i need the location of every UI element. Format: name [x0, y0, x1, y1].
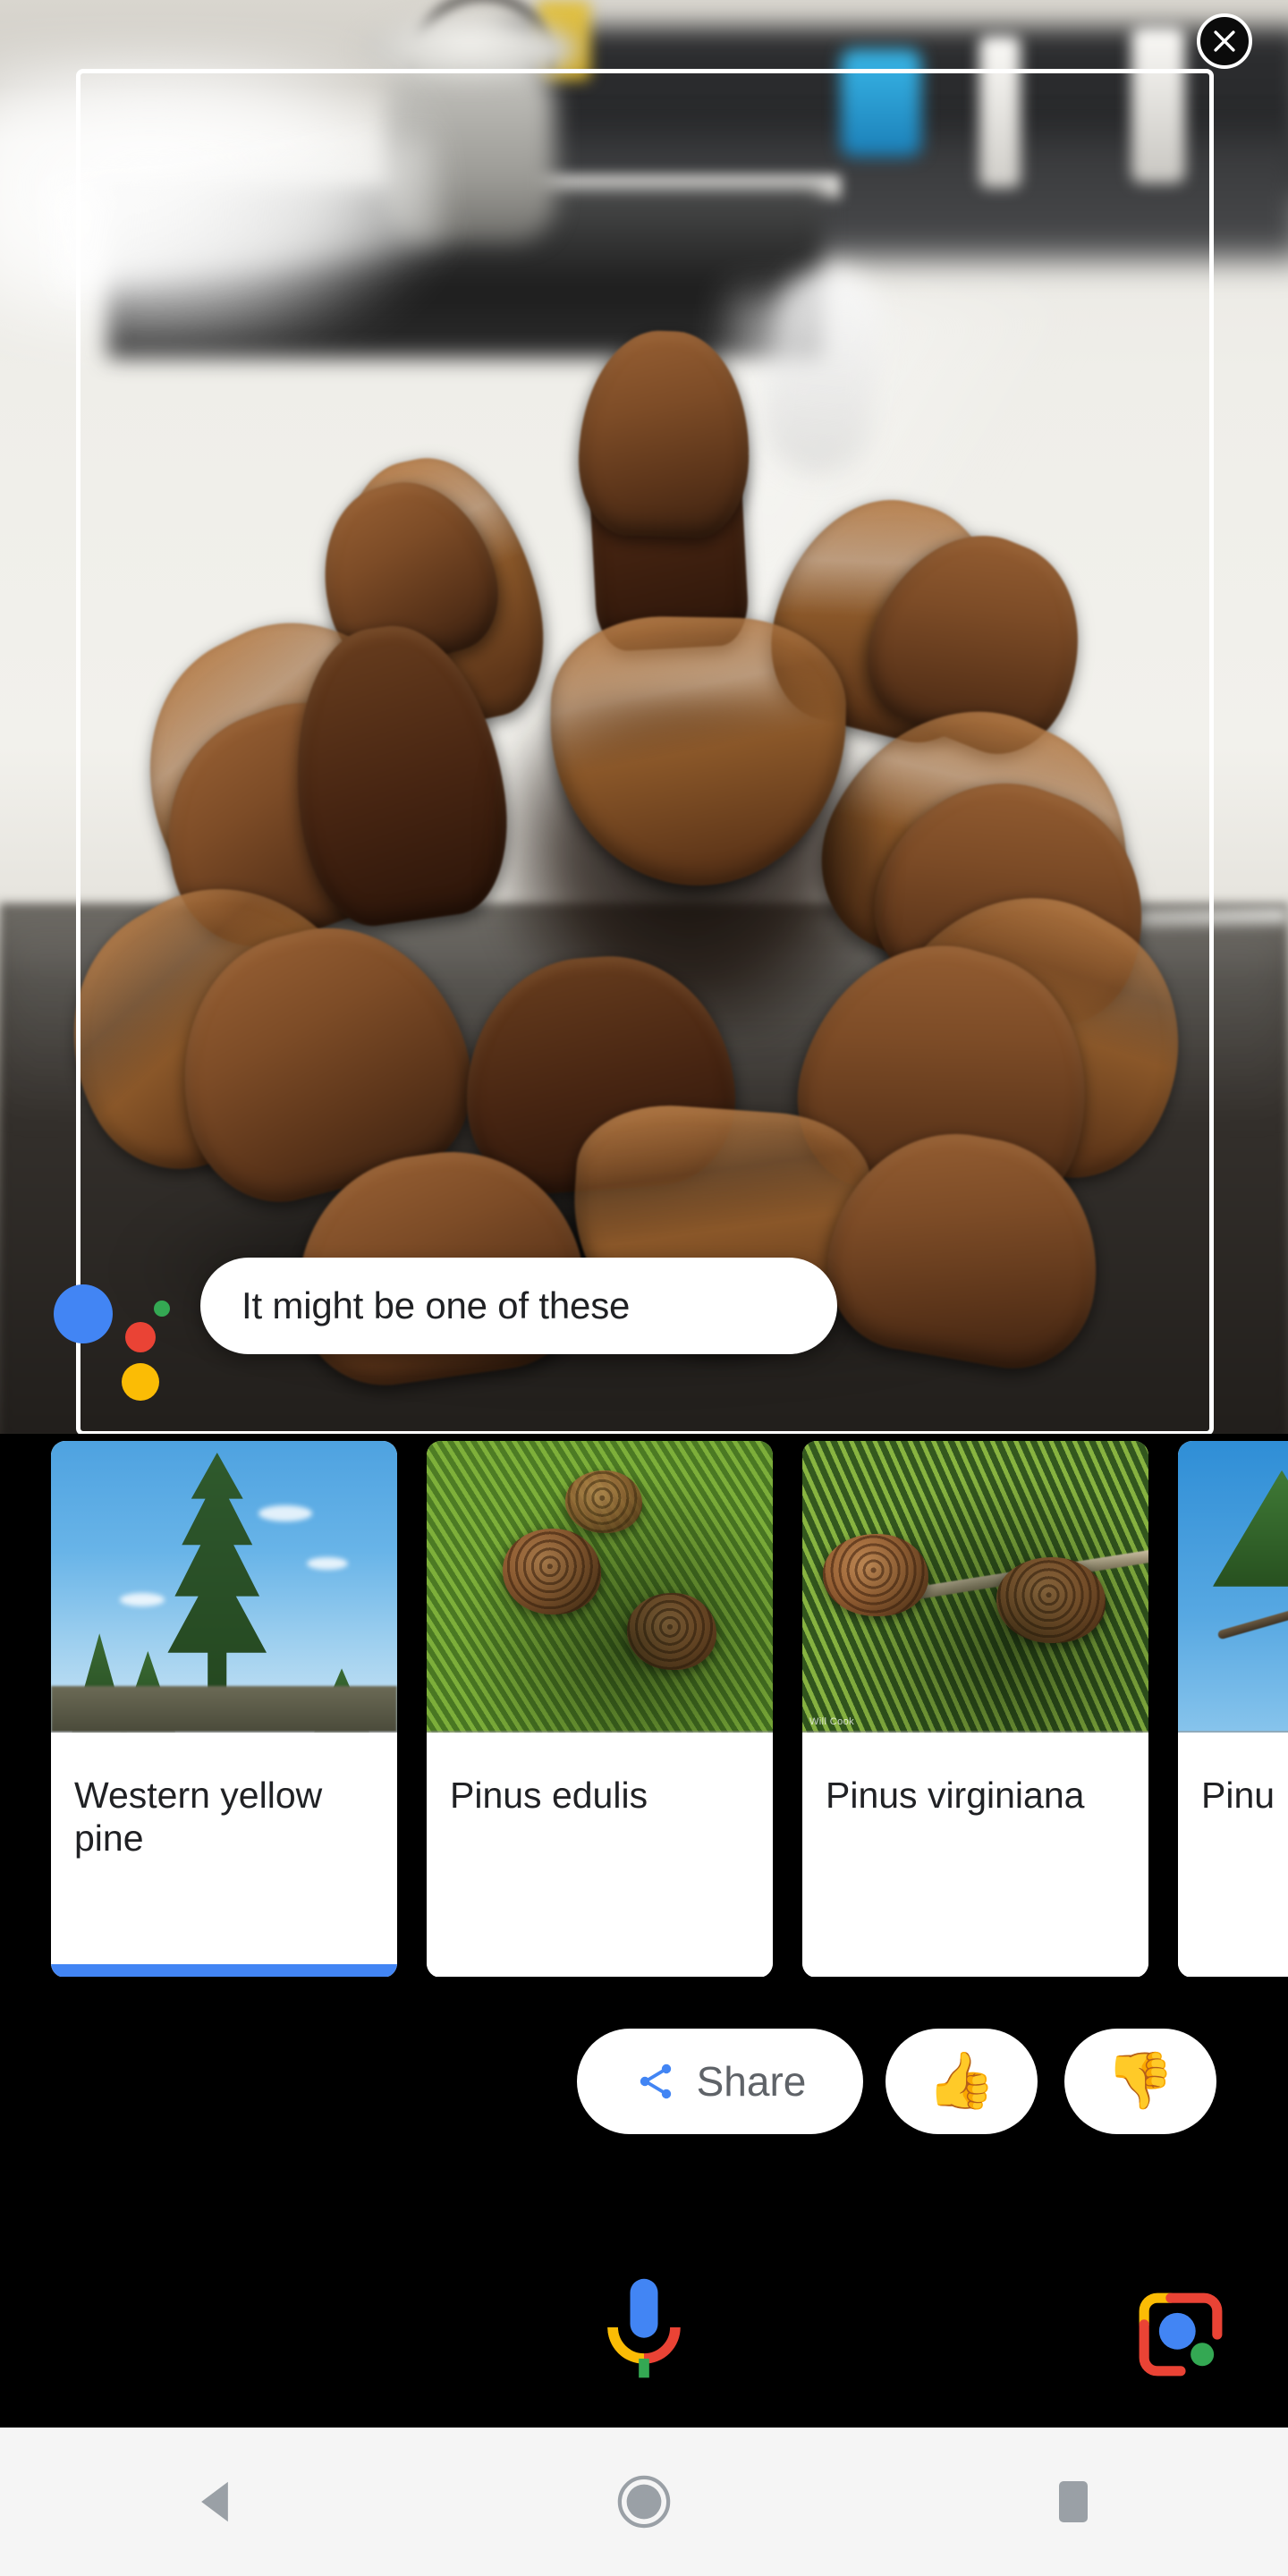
close-button[interactable] — [1197, 13, 1252, 69]
thumbs-down-button[interactable]: 👎 — [1064, 2029, 1216, 2134]
thumb-ridge — [51, 1685, 397, 1733]
google-assistant-dots-icon — [54, 1268, 170, 1401]
thumb-ground — [802, 1441, 1148, 1733]
card-label: Pinus edulis — [450, 1775, 648, 1816]
cone-scale — [576, 327, 753, 540]
result-card[interactable]: Will Cook Pinus virginiana — [802, 1441, 1148, 1977]
microphone-icon — [607, 2278, 681, 2378]
assistant-dot-red — [125, 1322, 156, 1352]
home-circle-icon — [617, 2475, 671, 2529]
card-thumbnail — [51, 1441, 397, 1733]
card-label-area: Pinu — [1178, 1733, 1288, 1977]
assistant-message-bubble: It might be one of these — [200, 1258, 837, 1354]
result-card[interactable]: Pinus edulis — [427, 1441, 773, 1977]
lens-bottom-bar — [0, 2191, 1288, 2424]
google-lens-icon — [1139, 2292, 1223, 2377]
card-thumbnail: Will Cook — [802, 1441, 1148, 1733]
microphone-button[interactable] — [581, 2272, 707, 2406]
assistant-message-text: It might be one of these — [242, 1284, 631, 1326]
share-icon — [640, 2063, 671, 2099]
result-card[interactable]: Pinu — [1178, 1441, 1288, 1977]
thumb-cloud — [258, 1504, 313, 1521]
assistant-dot-green — [154, 1301, 170, 1317]
card-thumbnail — [427, 1441, 773, 1733]
thumb-ground — [427, 1441, 773, 1733]
thumbs-down-icon: 👎 — [1106, 2050, 1175, 2112]
android-navigation-bar — [0, 2428, 1288, 2576]
pine-cone-subject — [0, 0, 1288, 1436]
google-lens-button[interactable] — [1118, 2272, 1243, 2397]
back-triangle-icon — [201, 2481, 228, 2522]
card-selected-indicator — [51, 1964, 397, 1977]
assistant-dot-blue — [54, 1284, 113, 1343]
thumb-cloud — [120, 1592, 165, 1606]
thumbs-up-icon: 👍 — [927, 2050, 996, 2112]
recents-square-icon — [1059, 2481, 1088, 2522]
assistant-dot-yellow — [122, 1363, 159, 1401]
card-label-area: Pinus virginiana — [802, 1733, 1148, 1977]
share-button-label: Share — [696, 2058, 807, 2105]
card-thumbnail — [1178, 1441, 1288, 1733]
assistant-response-row: It might be one of these — [0, 1258, 1288, 1401]
close-icon — [1214, 30, 1235, 52]
nav-recents-button[interactable] — [993, 2448, 1154, 2555]
thumb-sky — [1178, 1441, 1288, 1733]
action-button-row: Share 👍 👎 — [0, 1995, 1288, 2191]
thumbs-up-button[interactable]: 👍 — [886, 2029, 1038, 2134]
card-label-area: Western yellow pine — [51, 1733, 397, 1977]
nav-back-button[interactable] — [134, 2448, 295, 2555]
card-label: Western yellow pine — [74, 1775, 323, 1860]
thumb-watermark: Will Cook — [809, 1716, 855, 1727]
card-label-area: Pinus edulis — [427, 1733, 773, 1977]
card-label: Pinu — [1201, 1775, 1275, 1816]
result-card[interactable]: Western yellow pine — [51, 1441, 397, 1977]
camera-viewfinder[interactable] — [0, 0, 1288, 1436]
nav-home-button[interactable] — [564, 2448, 724, 2555]
card-label: Pinus virginiana — [826, 1775, 1085, 1816]
result-cards-carousel[interactable]: Western yellow pine Pinus edulis Will Co… — [0, 1434, 1288, 1977]
share-button[interactable]: Share — [577, 2029, 863, 2134]
